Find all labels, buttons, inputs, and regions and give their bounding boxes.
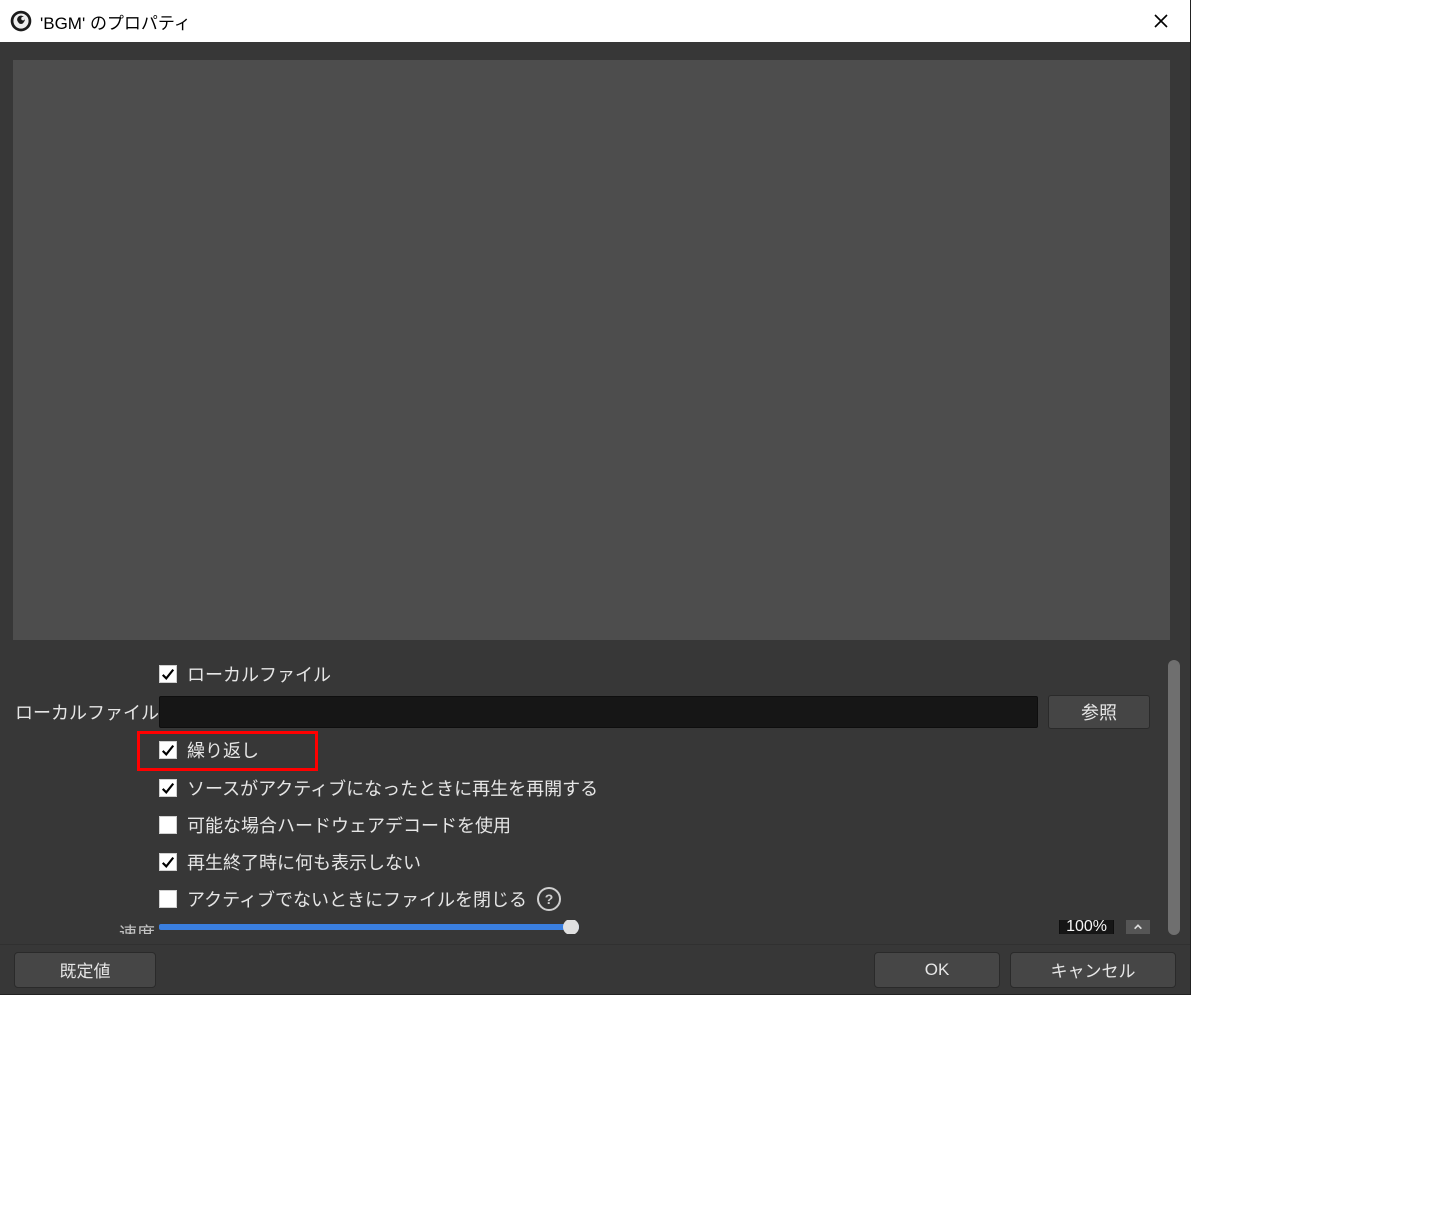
dialog-footer: 既定値 OK キャンセル [0, 944, 1190, 994]
speed-label: 速度 [15, 920, 159, 934]
properties-form: ローカルファイル ローカルファイル 参照 繰り返し [15, 657, 1150, 957]
browse-button[interactable]: 参照 [1048, 695, 1150, 729]
show-nothing-checkbox[interactable] [159, 853, 177, 871]
speed-slider-thumb[interactable] [563, 920, 579, 934]
close-inactive-checkbox[interactable] [159, 890, 177, 908]
speed-slider[interactable] [159, 924, 579, 930]
local-file-input[interactable] [159, 696, 1038, 728]
window-title: 'BGM' のプロパティ [40, 9, 191, 34]
restart-checkbox[interactable] [159, 779, 177, 797]
speed-stepper-up-icon[interactable] [1126, 920, 1150, 934]
obs-icon [10, 10, 32, 32]
help-icon[interactable]: ? [537, 887, 561, 911]
defaults-button[interactable]: 既定値 [14, 952, 156, 988]
restart-label: ソースがアクティブになったときに再生を再開する [187, 775, 598, 801]
preview-panel [13, 60, 1170, 640]
show-nothing-label: 再生終了時に何も表示しない [187, 849, 421, 875]
local-file-checkbox-label: ローカルファイル [187, 661, 331, 687]
close-inactive-label: アクティブでないときにファイルを閉じる [187, 886, 527, 912]
scrollbar-thumb[interactable] [1168, 660, 1180, 935]
hwdecode-label: 可能な場合ハードウェアデコードを使用 [187, 812, 511, 838]
loop-checkbox[interactable] [159, 741, 177, 759]
speed-value[interactable]: 100% [1059, 920, 1114, 934]
local-file-checkbox[interactable] [159, 665, 177, 683]
ok-button[interactable]: OK [874, 952, 1000, 988]
cancel-button[interactable]: キャンセル [1010, 952, 1176, 988]
client-area: ローカルファイル ローカルファイル 参照 繰り返し [0, 42, 1190, 994]
hwdecode-checkbox[interactable] [159, 816, 177, 834]
close-icon[interactable] [1146, 6, 1176, 36]
loop-label: 繰り返し [187, 737, 259, 763]
local-file-label: ローカルファイル [15, 699, 159, 725]
properties-dialog: 'BGM' のプロパティ ローカルファイル ローカルファイル [0, 0, 1190, 994]
titlebar: 'BGM' のプロパティ [0, 0, 1190, 42]
